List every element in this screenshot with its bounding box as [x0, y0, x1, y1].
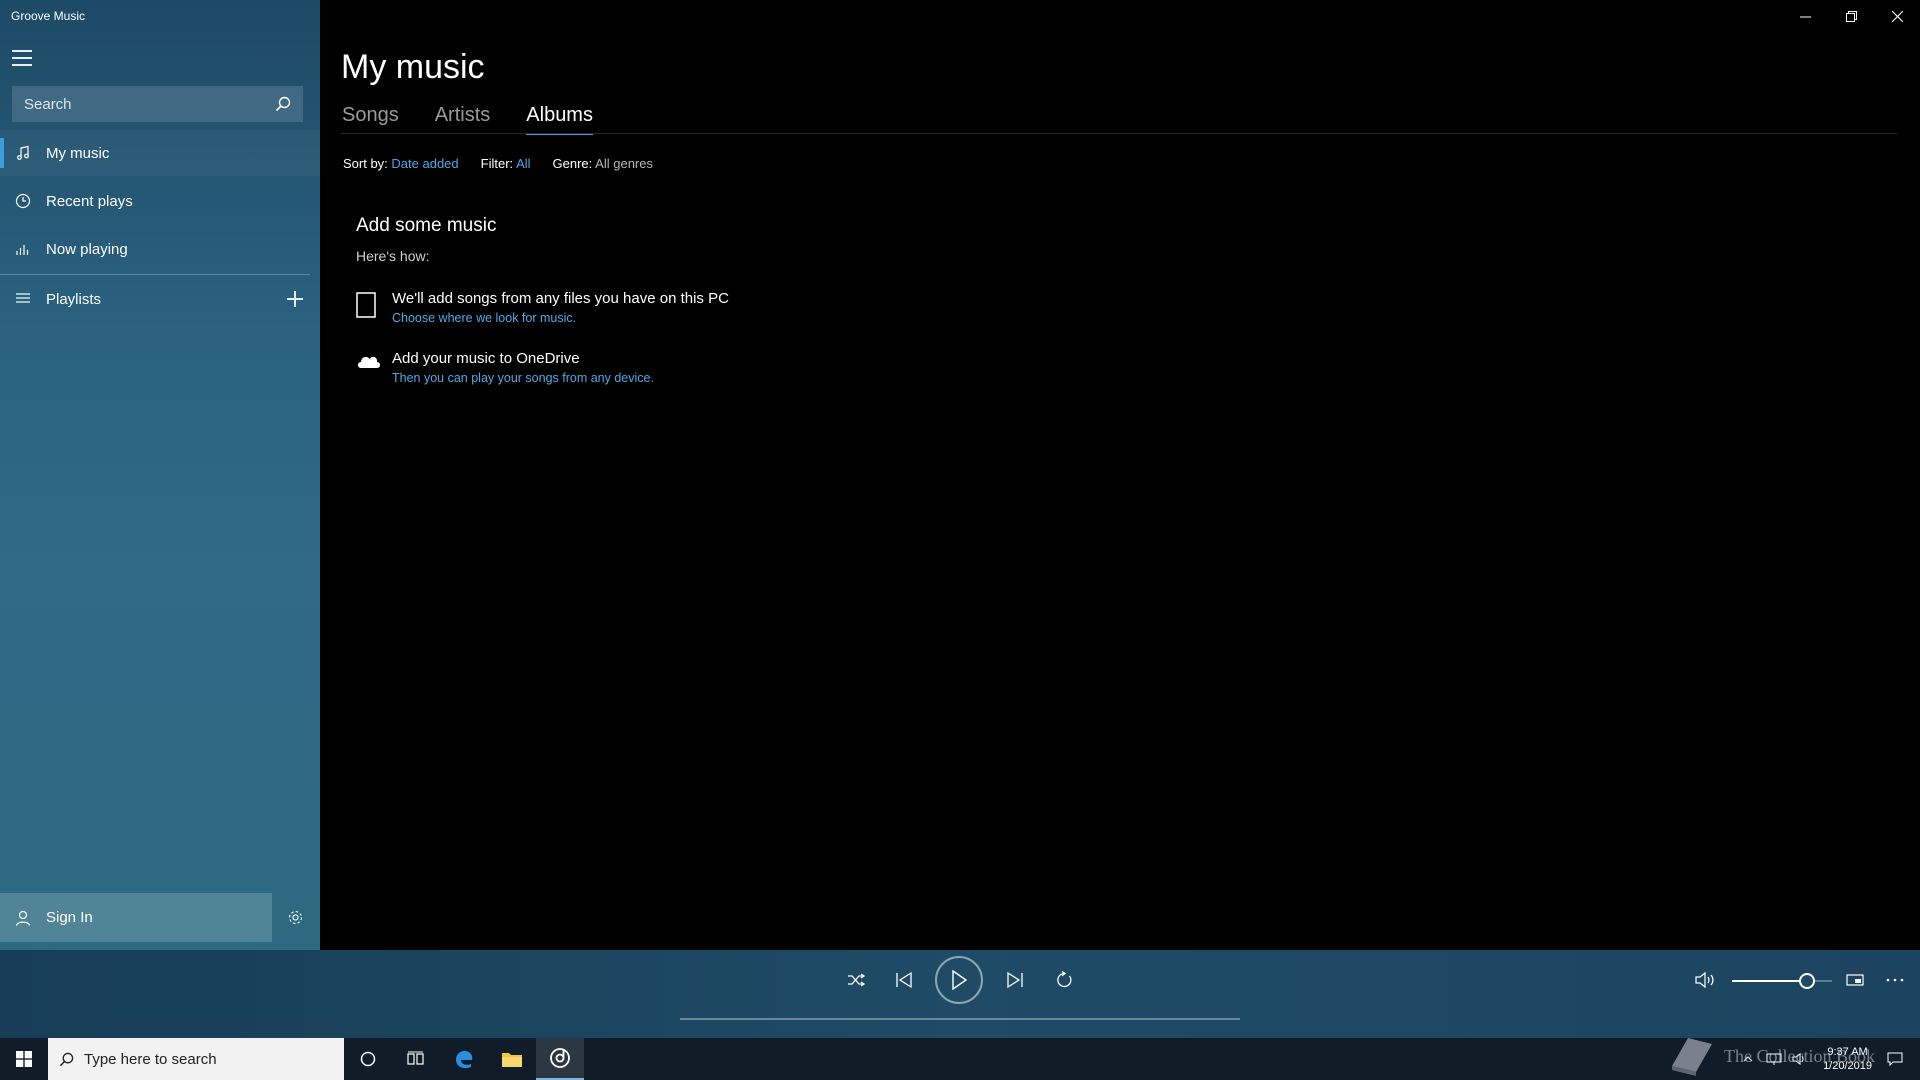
- sign-in-button[interactable]: Sign In: [0, 893, 272, 942]
- empty-state-title: Add some music: [356, 215, 497, 236]
- next-icon[interactable]: [995, 950, 1035, 1010]
- shuffle-icon[interactable]: [836, 950, 876, 1010]
- taskbar-search-box[interactable]: Type here to search: [48, 1038, 344, 1080]
- sidebar-item-recent-plays[interactable]: Recent plays: [0, 178, 320, 224]
- search-icon[interactable]: [263, 86, 303, 122]
- tab-artists[interactable]: Artists: [435, 104, 491, 133]
- tab-divider: [341, 133, 1897, 134]
- volume-thumb[interactable]: [1799, 973, 1815, 989]
- onedrive-link[interactable]: Then you can play your songs from any de…: [392, 371, 654, 385]
- taskbar: Type here to search 9:37 AM 1/20/2019: [0, 1038, 1920, 1080]
- choose-folders-link[interactable]: Choose where we look for music.: [392, 311, 729, 325]
- sort-label: Sort by:: [343, 156, 388, 171]
- taskbar-search-placeholder: Type here to search: [84, 1050, 217, 1068]
- sign-in-label: Sign In: [46, 909, 93, 926]
- tab-songs[interactable]: Songs: [342, 104, 399, 133]
- volume-icon[interactable]: [1688, 950, 1724, 1010]
- help-title: Add your music to OneDrive: [392, 350, 580, 367]
- sidebar-item-label: Recent plays: [46, 192, 133, 210]
- list-icon: [0, 292, 46, 306]
- genre-label: Genre:: [552, 156, 593, 171]
- mini-player-icon[interactable]: [1840, 950, 1870, 1010]
- previous-icon[interactable]: [884, 950, 924, 1010]
- sort-dropdown[interactable]: Date added: [391, 156, 458, 171]
- empty-state-subtitle: Here's how:: [356, 248, 430, 264]
- sidebar-item-label: My music: [46, 144, 110, 162]
- add-from-pc-row: We'll add songs from any files you have …: [356, 290, 729, 325]
- sidebar-item-label: Now playing: [46, 240, 128, 258]
- gear-icon[interactable]: [275, 893, 315, 942]
- repeat-icon[interactable]: [1044, 950, 1084, 1010]
- file-explorer-icon[interactable]: [488, 1038, 536, 1080]
- hamburger-menu-icon[interactable]: [12, 50, 34, 66]
- play-button[interactable]: [934, 950, 984, 1010]
- volume-fill: [1732, 980, 1807, 982]
- device-icon: [356, 290, 392, 325]
- action-center-icon[interactable]: [1882, 1052, 1908, 1066]
- app-title: Groove Music: [11, 9, 86, 23]
- search-box[interactable]: [12, 86, 303, 122]
- more-options-icon[interactable]: [1880, 950, 1910, 1010]
- filter-dropdown[interactable]: All: [516, 156, 530, 171]
- person-icon: [0, 910, 46, 926]
- main-content: My music Songs Artists Albums Sort by: D…: [320, 0, 1920, 950]
- edge-browser-icon[interactable]: [440, 1038, 488, 1080]
- page-title: My music: [341, 48, 485, 86]
- play-icon: [935, 956, 983, 1004]
- watermark-text: The Collection Book: [1724, 1045, 1875, 1066]
- sidebar-item-now-playing[interactable]: Now playing: [0, 226, 320, 272]
- player-bar: [0, 950, 1920, 1038]
- restore-icon[interactable]: [1828, 0, 1874, 32]
- windows-start-icon[interactable]: [0, 1038, 48, 1080]
- help-title: We'll add songs from any files you have …: [392, 290, 729, 307]
- tab-albums[interactable]: Albums: [526, 104, 593, 135]
- cortana-icon[interactable]: [344, 1038, 392, 1080]
- sidebar-item-label: Playlists: [46, 290, 102, 308]
- sidebar-divider: [0, 274, 310, 275]
- music-note-icon: [0, 145, 46, 161]
- groove-music-window: Groove Music My music Recent plays: [0, 0, 1920, 1080]
- cloud-icon: [356, 350, 392, 385]
- window-controls: [1782, 0, 1920, 32]
- tab-bar: Songs Artists Albums: [342, 104, 629, 135]
- sidebar-item-playlists[interactable]: Playlists: [0, 276, 270, 322]
- genre-dropdown[interactable]: All genres: [595, 156, 653, 171]
- clock-icon: [0, 193, 46, 209]
- minimize-icon[interactable]: [1782, 0, 1828, 32]
- search-input[interactable]: [12, 86, 263, 122]
- filter-bar: Sort by: Date added Filter: All Genre: A…: [343, 156, 653, 171]
- close-icon[interactable]: [1874, 0, 1920, 32]
- task-view-icon[interactable]: [392, 1038, 440, 1080]
- book-logo-icon: [1672, 1038, 1712, 1076]
- sidebar: Groove Music My music Recent plays: [0, 0, 320, 950]
- watermark: The Collection Book: [1668, 1034, 1875, 1078]
- search-icon: [48, 1052, 84, 1067]
- add-onedrive-row: Add your music to OneDrive Then you can …: [356, 350, 654, 385]
- groove-music-taskbar-icon[interactable]: [536, 1038, 584, 1080]
- sidebar-item-my-music[interactable]: My music: [0, 130, 320, 176]
- seek-bar[interactable]: [680, 1018, 1240, 1020]
- equalizer-icon: [0, 241, 46, 257]
- filter-label: Filter:: [480, 156, 514, 171]
- add-playlist-plus-icon[interactable]: [286, 290, 304, 308]
- volume-slider[interactable]: [1732, 973, 1832, 989]
